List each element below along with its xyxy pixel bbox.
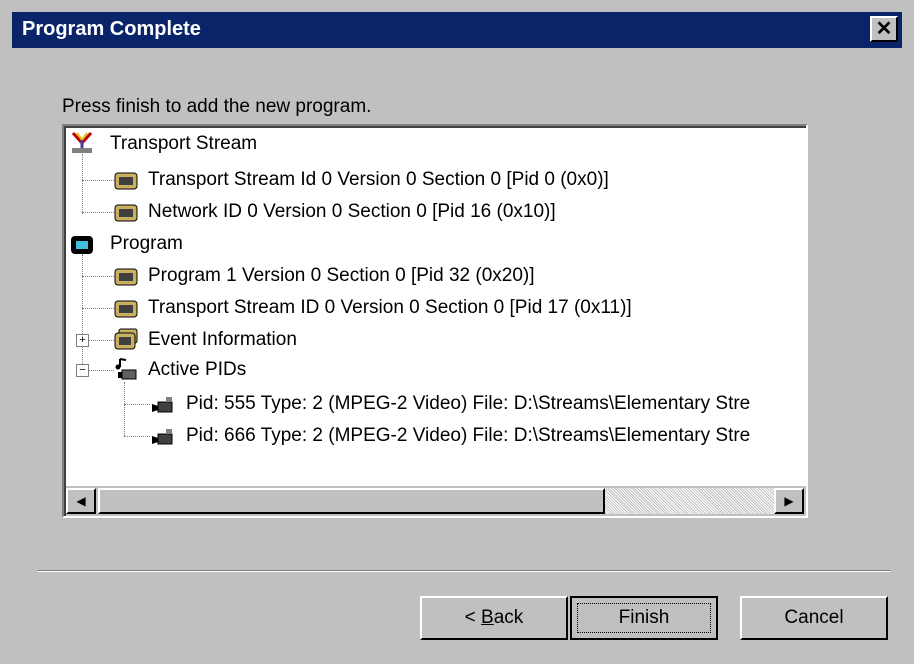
finish-button[interactable]: Finish xyxy=(570,596,718,640)
separator xyxy=(38,570,890,572)
tree-item[interactable]: Transport Stream ID 0 Version 0 Section … xyxy=(148,296,632,320)
back-button-prefix: < xyxy=(464,607,482,628)
event-information-icon xyxy=(114,328,138,350)
arrow-left-icon: ◀ xyxy=(76,494,86,508)
cancel-button-label: Cancel xyxy=(784,607,844,628)
back-button[interactable]: < Back xyxy=(420,596,568,640)
video-camera-icon xyxy=(152,397,173,413)
arrow-right-icon: ▶ xyxy=(784,494,794,508)
back-button-label-rest: ack xyxy=(493,607,524,628)
table-icon xyxy=(114,300,138,318)
scroll-right-button[interactable]: ▶ xyxy=(774,488,804,514)
tree-item[interactable]: Network ID 0 Version 0 Section 0 [Pid 16… xyxy=(148,200,556,224)
scroll-left-button[interactable]: ◀ xyxy=(66,488,96,514)
close-icon: ✕ xyxy=(875,18,893,40)
video-camera-icon xyxy=(152,429,173,445)
active-pids-icon xyxy=(115,358,137,380)
title-bar: Program Complete ✕ xyxy=(12,12,902,48)
expand-plus-icon[interactable]: + xyxy=(76,334,89,347)
scrollbar-thumb[interactable] xyxy=(98,488,605,514)
tree-node-program[interactable]: Program xyxy=(110,232,183,256)
close-button[interactable]: ✕ xyxy=(870,16,898,42)
table-icon xyxy=(114,172,138,190)
horizontal-scrollbar[interactable]: ◀ ▶ xyxy=(66,486,806,516)
tree-item-pid[interactable]: Pid: 555 Type: 2 (MPEG-2 Video) File: D:… xyxy=(186,392,750,416)
back-button-mnemonic: B xyxy=(481,607,494,628)
window-title: Program Complete xyxy=(22,18,201,40)
program-icon xyxy=(71,236,93,254)
tree-node-active-pids[interactable]: Active PIDs xyxy=(148,358,246,382)
table-icon xyxy=(114,268,138,286)
table-icon xyxy=(114,204,138,222)
transport-stream-icon xyxy=(71,132,93,153)
tree-item-pid[interactable]: Pid: 666 Type: 2 (MPEG-2 Video) File: D:… xyxy=(186,424,750,448)
tree-node-transport-stream[interactable]: Transport Stream xyxy=(110,132,257,156)
tree-node-event-information[interactable]: Event Information xyxy=(148,328,297,352)
collapse-minus-icon[interactable]: − xyxy=(76,364,89,377)
program-tree[interactable]: Transport Stream Transport Stream Id 0 V… xyxy=(62,124,808,518)
tree-item[interactable]: Transport Stream Id 0 Version 0 Section … xyxy=(148,168,609,192)
cancel-button[interactable]: Cancel xyxy=(740,596,888,640)
tree-item[interactable]: Program 1 Version 0 Section 0 [Pid 32 (0… xyxy=(148,264,535,288)
instruction-text: Press finish to add the new program. xyxy=(62,96,372,117)
